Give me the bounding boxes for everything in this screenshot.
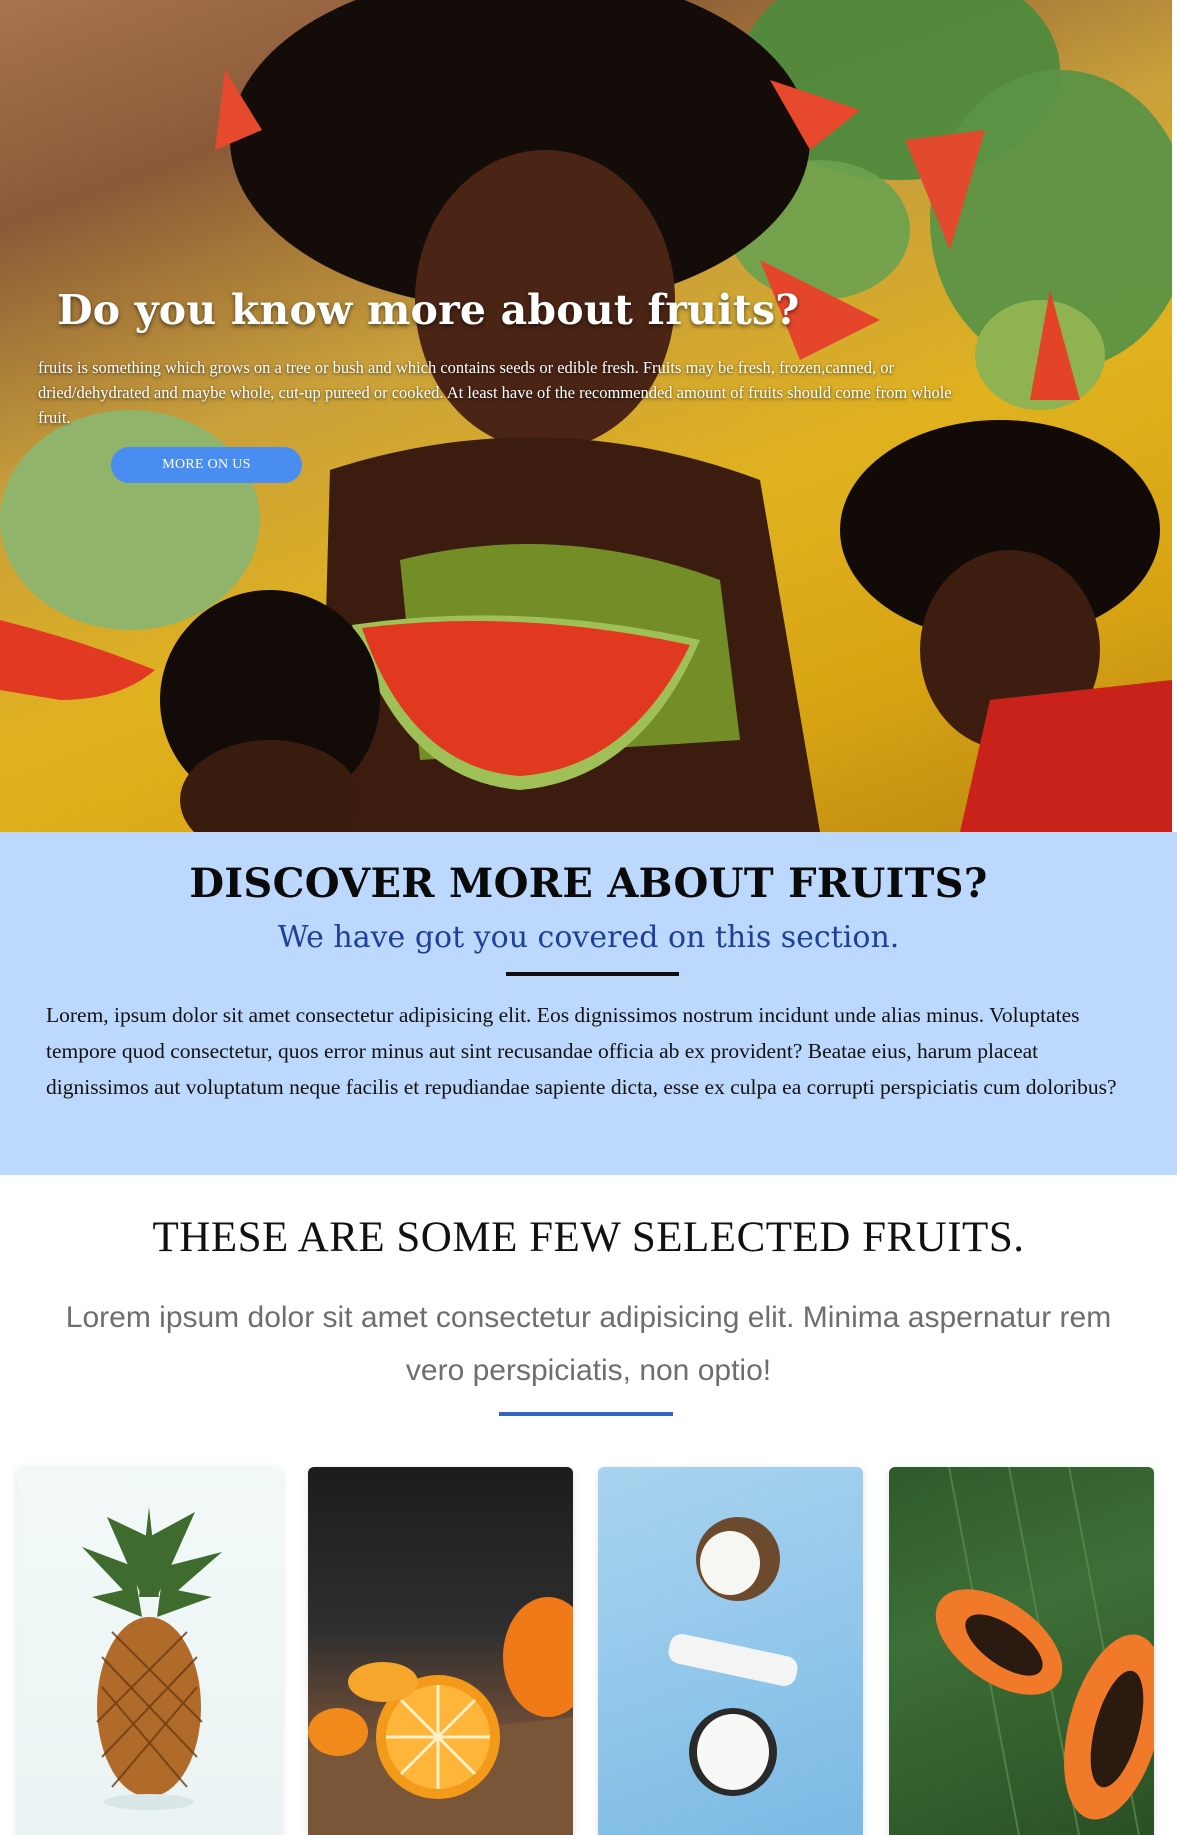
coconut-image <box>668 1517 798 1796</box>
hero-title: Do you know more about fruits? <box>57 286 800 334</box>
discover-subtitle: We have got you covered on this section. <box>277 920 900 955</box>
hero-description: fruits is something which grows on a tre… <box>38 358 952 427</box>
selected-fruits-title: THESE ARE SOME FEW SELECTED FRUITS. <box>152 1214 1025 1261</box>
fruit-card-papaya[interactable] <box>889 1467 1154 1835</box>
fruit-card-pineapple[interactable] <box>17 1467 282 1835</box>
discover-title: DISCOVER MORE ABOUT FRUITS? <box>189 860 988 907</box>
pineapple-image <box>82 1507 222 1810</box>
discover-body: Lorem, ipsum dolor sit amet consectetur … <box>46 1003 1117 1099</box>
fruit-card-orange[interactable] <box>308 1467 573 1835</box>
more-on-us-button[interactable]: MORE ON US <box>111 447 302 483</box>
fruit-card-coconut[interactable] <box>598 1467 863 1835</box>
hero-section: Do you know more about fruits? fruits is… <box>0 0 1172 832</box>
selected-fruits-divider <box>499 1412 673 1416</box>
discover-divider <box>506 972 679 976</box>
selected-fruits-lead: Lorem ipsum dolor sit amet consectetur a… <box>65 1301 1112 1387</box>
discover-section: DISCOVER MORE ABOUT FRUITS? We have got … <box>0 832 1177 1175</box>
papaya-image <box>935 1467 1154 1835</box>
orange-image <box>308 1597 573 1835</box>
